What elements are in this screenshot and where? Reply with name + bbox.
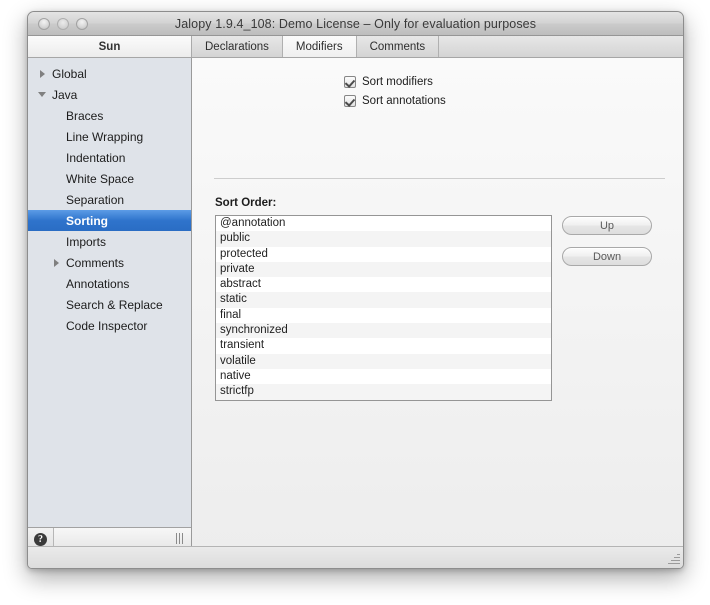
sidebar-item-comments[interactable]: Comments	[28, 252, 191, 273]
checkbox-icon[interactable]	[344, 75, 356, 88]
list-item[interactable]: static	[216, 292, 551, 308]
list-item[interactable]: synchronized	[216, 323, 551, 339]
desktop-backdrop: Jalopy 1.9.4_108: Demo License – Only fo…	[0, 0, 710, 605]
list-item[interactable]: final	[216, 307, 551, 324]
move-down-button[interactable]: Down	[562, 247, 652, 266]
checkbox-sort-annotations[interactable]: Sort annotations	[344, 91, 683, 110]
list-reorder-buttons: Up Down	[562, 216, 654, 278]
sidebar-item-label: Indentation	[66, 150, 126, 165]
tab-modifiers[interactable]: Modifiers	[282, 36, 357, 57]
tab-declarations[interactable]: Declarations	[192, 36, 283, 57]
application-window: Jalopy 1.9.4_108: Demo License – Only fo…	[27, 11, 684, 569]
list-item[interactable]: public	[216, 231, 551, 247]
list-item[interactable]: transient	[216, 338, 551, 354]
window-titlebar[interactable]: Jalopy 1.9.4_108: Demo License – Only fo…	[28, 12, 683, 36]
resize-grip-icon[interactable]	[667, 552, 680, 565]
checkbox-sort-modifiers[interactable]: Sort modifiers	[344, 72, 683, 91]
chevron-down-icon[interactable]	[36, 92, 48, 97]
list-item[interactable]: strictfp	[216, 384, 551, 400]
zoom-button[interactable]	[76, 17, 88, 30]
sort-order-label: Sort Order:	[215, 197, 277, 209]
sidebar-item-label: Global	[52, 66, 87, 81]
sidebar-item-search-replace[interactable]: Search & Replace	[28, 294, 191, 315]
sidebar-item-white-space[interactable]: White Space	[28, 168, 191, 189]
move-up-button[interactable]: Up	[562, 216, 652, 235]
sidebar-item-label: Separation	[66, 192, 125, 207]
window-title: Jalopy 1.9.4_108: Demo License – Only fo…	[174, 16, 537, 31]
sidebar-item-code-inspector[interactable]: Code Inspector	[28, 315, 191, 336]
tab-strip: Sun Declarations Modifiers Comments	[28, 36, 683, 58]
sidebar-item-sorting[interactable]: Sorting	[28, 210, 191, 231]
section-divider	[214, 178, 665, 179]
window-controls	[38, 17, 88, 30]
chevron-right-icon[interactable]	[50, 258, 62, 267]
checkbox-label: Sort modifiers	[362, 75, 433, 88]
list-item[interactable]: private	[216, 261, 551, 278]
list-item[interactable]: native	[216, 368, 551, 385]
sidebar-item-label: White Space	[66, 171, 135, 186]
sidebar-item-indentation[interactable]: Indentation	[28, 147, 191, 168]
tab-comments[interactable]: Comments	[356, 36, 440, 57]
sidebar-item-label: Line Wrapping	[66, 129, 144, 144]
sidebar-item-imports[interactable]: Imports	[28, 231, 191, 252]
sort-order-list[interactable]: @annotation public protected private abs…	[215, 215, 552, 401]
sidebar-item-label: Comments	[66, 255, 125, 270]
sidebar-item-global[interactable]: Global	[28, 63, 191, 84]
sidebar-item-annotations[interactable]: Annotations	[28, 273, 191, 294]
list-item[interactable]: volatile	[216, 353, 551, 369]
settings-tree[interactable]: Global Java Braces Line Wrapping Indenta…	[28, 58, 191, 527]
sidebar-item-label: Java	[52, 87, 78, 102]
settings-content-pane: Sort modifiers Sort annotations Sort Ord…	[192, 58, 683, 550]
close-button[interactable]	[38, 17, 50, 30]
list-item[interactable]: @annotation	[216, 216, 551, 232]
sidebar-item-label: Imports	[66, 234, 107, 249]
tab-strip-filler	[439, 36, 683, 57]
sidebar-item-label: Code Inspector	[66, 318, 148, 333]
help-icon: ?	[34, 532, 47, 546]
list-item[interactable]: abstract	[216, 277, 551, 293]
sidebar-item-label: Annotations	[66, 276, 130, 291]
sidebar-item-label: Braces	[66, 108, 104, 123]
chevron-right-icon[interactable]	[36, 69, 48, 78]
content-tabs: Declarations Modifiers Comments	[192, 36, 683, 57]
checkbox-icon[interactable]	[344, 94, 356, 107]
sidebar-item-separation[interactable]: Separation	[28, 189, 191, 210]
sidebar-item-label: Sorting	[66, 213, 108, 228]
splitter-grip-icon[interactable]	[176, 533, 183, 544]
window-bottom-bar	[28, 546, 683, 568]
settings-sidebar: Global Java Braces Line Wrapping Indenta…	[28, 58, 192, 550]
minimize-button[interactable]	[57, 17, 69, 30]
sidebar-item-braces[interactable]: Braces	[28, 105, 191, 126]
checkbox-group: Sort modifiers Sort annotations	[192, 58, 683, 110]
list-item[interactable]: protected	[216, 246, 551, 262]
window-body: Global Java Braces Line Wrapping Indenta…	[28, 58, 683, 550]
tab-sun[interactable]: Sun	[28, 36, 192, 57]
checkbox-label: Sort annotations	[362, 94, 446, 107]
sidebar-item-java[interactable]: Java	[28, 84, 191, 105]
sidebar-item-line-wrapping[interactable]: Line Wrapping	[28, 126, 191, 147]
sidebar-item-label: Search & Replace	[66, 297, 163, 312]
